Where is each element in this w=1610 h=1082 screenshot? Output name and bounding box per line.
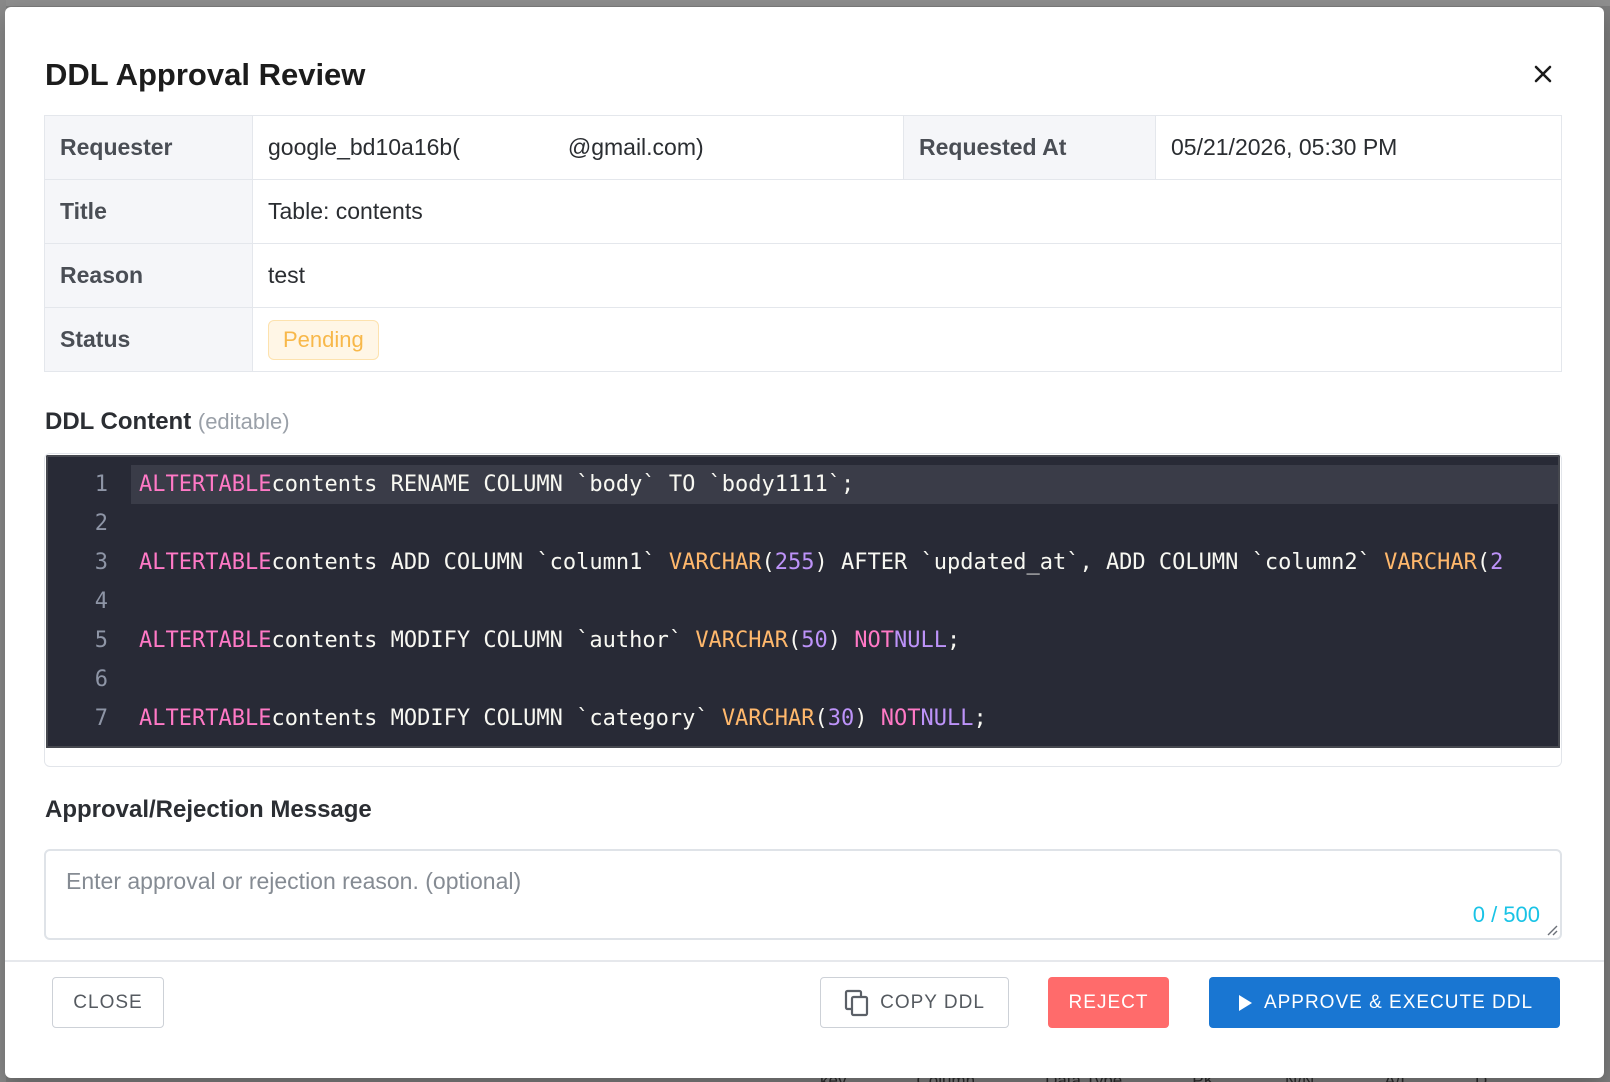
request-info-table: Requester google_bd10a16b( @gmail.com) Re… [44, 115, 1562, 372]
approve-execute-label: APPROVE & EXECUTE DDL [1263, 991, 1534, 1013]
code-text[interactable]: ALTER TABLE contents MODIFY COLUMN `cate… [131, 699, 1558, 738]
requester-value-prefix: google_bd10a16b( [268, 134, 460, 160]
reject-button-label: REJECT [1068, 991, 1149, 1013]
copy-ddl-label: COPY DDL [880, 991, 985, 1013]
copy-ddl-button[interactable]: COPY DDL [820, 977, 1009, 1028]
title-label: Title [44, 179, 253, 244]
line-number: 7 [94, 706, 108, 731]
message-textarea[interactable]: Enter approval or rejection reason. (opt… [44, 849, 1562, 940]
reject-button[interactable]: REJECT [1048, 977, 1169, 1028]
code-line[interactable]: 7 ALTER TABLE contents MODIFY COLUMN `ca… [48, 699, 1558, 738]
line-number: 5 [94, 628, 108, 653]
status-badge: Pending [268, 319, 379, 360]
code-line[interactable]: 2 [48, 504, 1558, 543]
close-button[interactable]: CLOSE [52, 977, 164, 1028]
code-line[interactable]: 4 [48, 582, 1558, 621]
resize-handle-icon[interactable] [1544, 922, 1558, 936]
line-number: 2 [94, 511, 108, 536]
code-text[interactable] [131, 582, 1558, 621]
title-value: Table: contents [252, 179, 1562, 244]
code-text[interactable] [131, 504, 1558, 543]
line-number: 1 [94, 472, 108, 497]
ddl-content-label: DDL Content [45, 408, 192, 435]
code-line[interactable]: 6 [48, 660, 1558, 699]
footer-divider [5, 960, 1604, 962]
code-line[interactable]: 5 ALTER TABLE contents MODIFY COLUMN `au… [48, 621, 1558, 660]
info-row-status: Status Pending [44, 307, 1562, 372]
code-line[interactable]: 3 ALTER TABLE contents ADD COLUMN `colum… [48, 543, 1558, 582]
character-counter: 0 / 500 [1472, 902, 1540, 927]
approve-execute-button[interactable]: APPROVE & EXECUTE DDL [1209, 977, 1560, 1028]
ddl-editable-hint: (editable) [197, 409, 290, 434]
requester-value: google_bd10a16b( @gmail.com) [252, 115, 904, 180]
line-number: 3 [94, 550, 108, 575]
line-number: 4 [94, 589, 108, 614]
reason-label: Reason [44, 243, 253, 308]
ddl-code-editor[interactable]: 1 ALTER TABLE contents RENAME COLUMN `bo… [46, 455, 1560, 748]
play-icon [1238, 994, 1252, 1011]
status-cell: Pending [252, 307, 1562, 372]
close-icon-glyph [1534, 65, 1552, 83]
ddl-approval-dialog: DDL Approval Review Requester google_bd1… [5, 7, 1604, 1078]
info-row-requester: Requester google_bd10a16b( @gmail.com) Re… [44, 115, 1562, 180]
message-placeholder: Enter approval or rejection reason. (opt… [66, 868, 522, 894]
requested-at-value: 05/21/2026, 05:30 PM [1155, 115, 1562, 180]
code-text[interactable]: ALTER TABLE contents MODIFY COLUMN `auth… [131, 621, 1558, 660]
requester-label: Requester [44, 115, 253, 180]
reason-value: test [252, 243, 1562, 308]
close-button-label: CLOSE [73, 991, 143, 1013]
code-text[interactable] [131, 660, 1558, 699]
background-app-top [0, 0, 1610, 6]
ddl-content-heading: DDL Content (editable) [45, 408, 290, 436]
info-row-reason: Reason test [44, 243, 1562, 308]
code-line[interactable]: 1 ALTER TABLE contents RENAME COLUMN `bo… [48, 465, 1558, 504]
close-icon[interactable] [1528, 59, 1558, 89]
redacted-region [459, 138, 568, 159]
line-number: 6 [94, 667, 108, 692]
info-row-title: Title Table: contents [44, 179, 1562, 244]
message-label: Approval/Rejection Message [45, 796, 372, 823]
requester-value-suffix: @gmail.com) [567, 134, 704, 160]
code-text[interactable]: ALTER TABLE contents ADD COLUMN `column1… [131, 543, 1558, 582]
status-label: Status [44, 307, 253, 372]
code-text[interactable]: ALTER TABLE contents RENAME COLUMN `body… [131, 465, 1558, 504]
requested-at-label: Requested At [903, 115, 1156, 180]
dialog-title: DDL Approval Review [45, 57, 366, 92]
ddl-editor-container: 1 ALTER TABLE contents RENAME COLUMN `bo… [44, 453, 1562, 767]
copy-icon [844, 989, 869, 1016]
